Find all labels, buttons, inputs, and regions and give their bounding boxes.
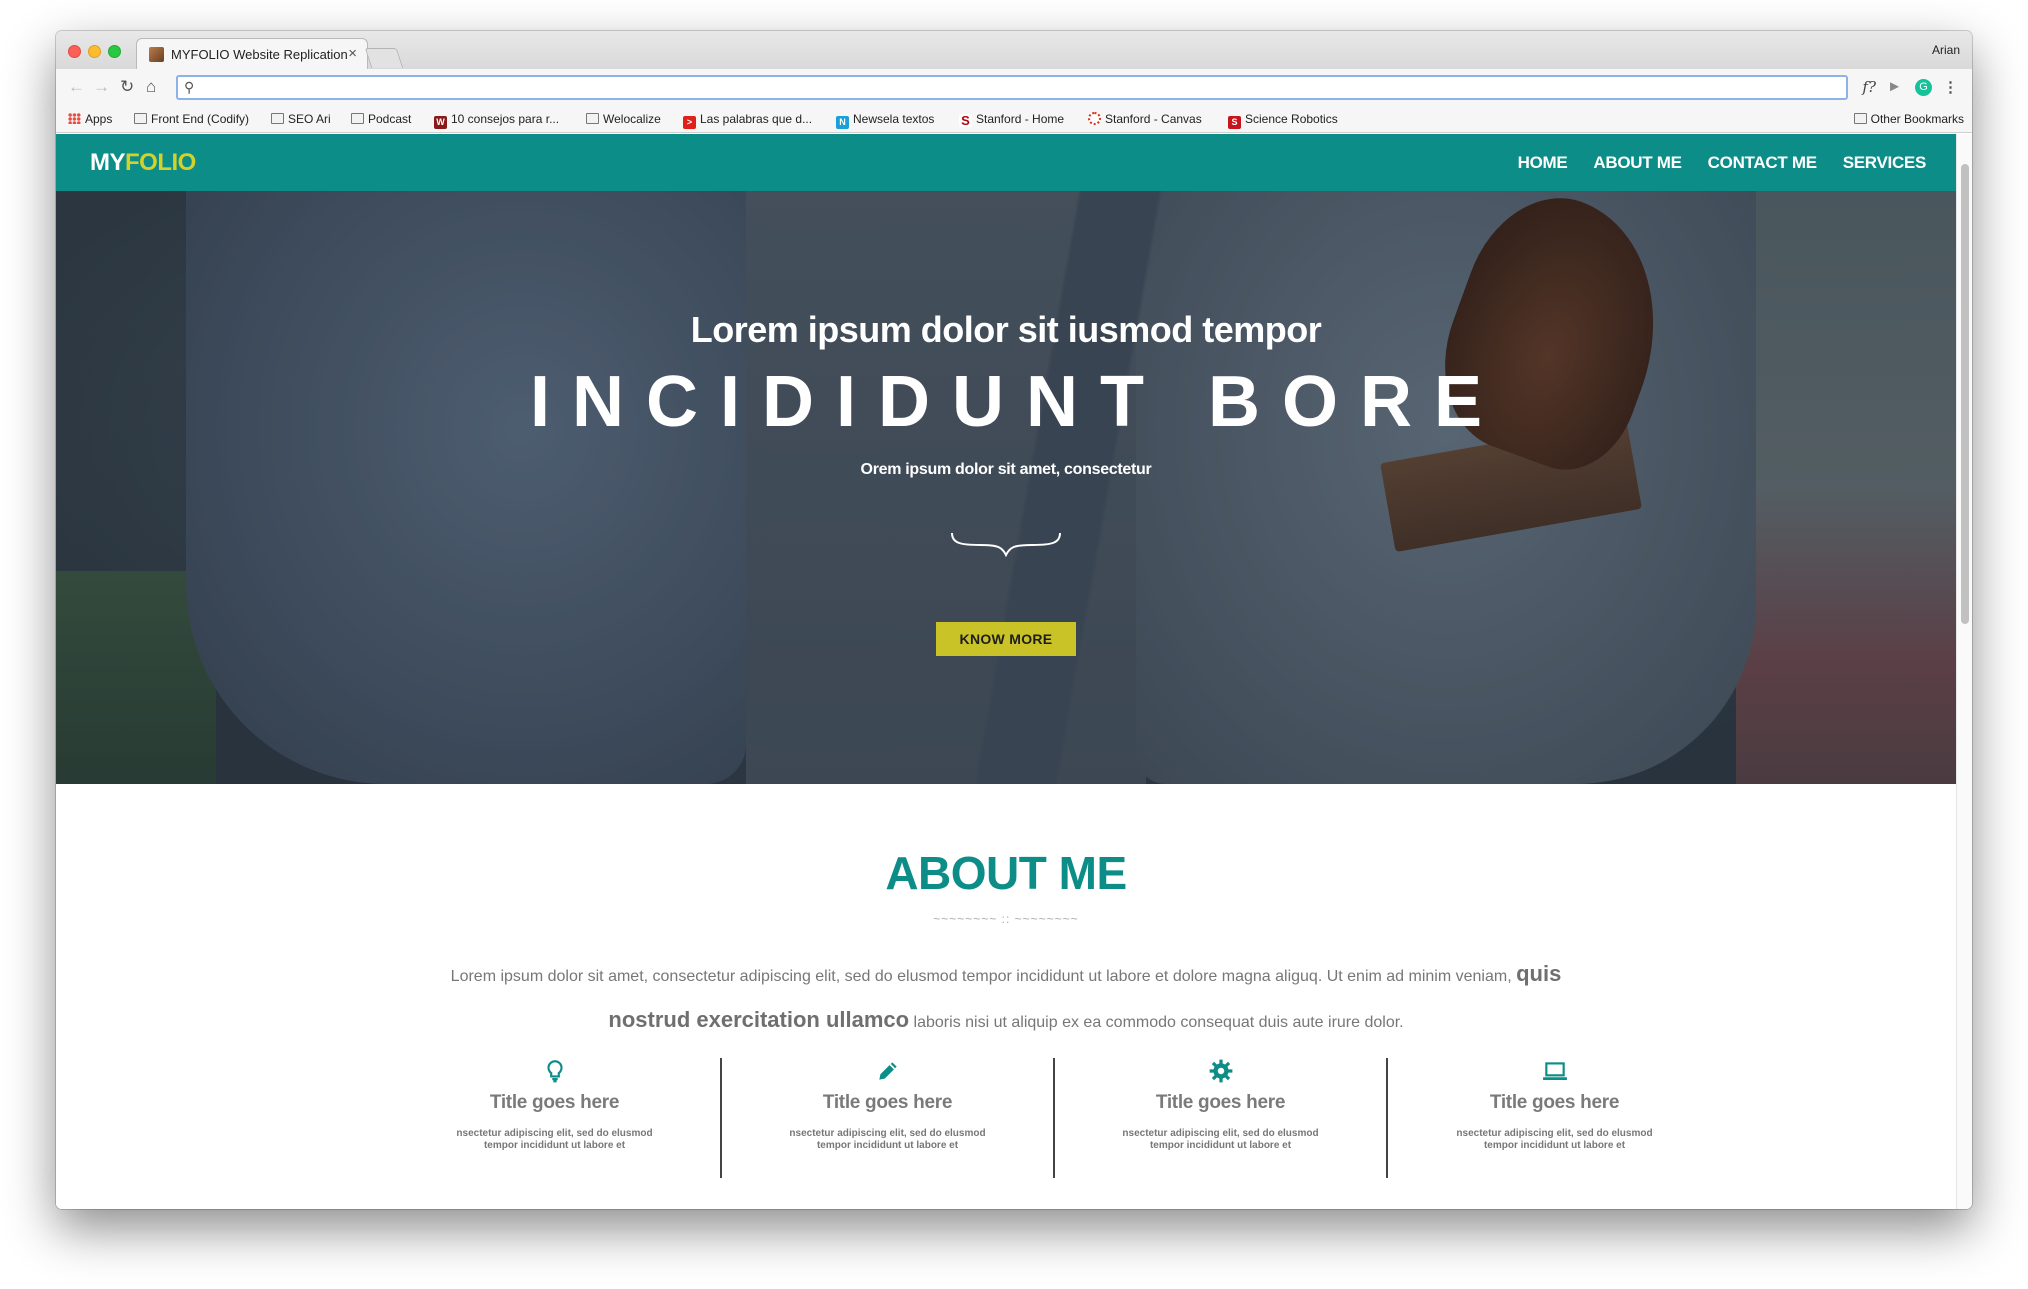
hero-section: Lorem ipsum dolor sit iusmod tempor INCI… [56, 191, 1956, 784]
tab-close-icon[interactable]: × [348, 45, 357, 62]
feature-description: nsectetur adipiscing elit, sed do elusmo… [456, 1128, 653, 1151]
bookmark-seo-ari[interactable]: SEO Ari [271, 112, 331, 126]
feature-card: Title goes here nsectetur adipiscing eli… [389, 1058, 722, 1178]
home-icon[interactable]: ⌂ [146, 77, 156, 97]
forward-arrow-icon[interactable]: → [93, 77, 110, 97]
tab-title: MYFOLIO Website Replication [171, 47, 348, 62]
laptop-icon [1388, 1058, 1721, 1086]
about-paragraph: Lorem ipsum dolor sit amet, consectetur … [450, 961, 1562, 1032]
pencil-icon [722, 1058, 1053, 1086]
maximize-window-button[interactable] [108, 45, 121, 58]
folder-icon [1853, 113, 1867, 124]
bookmark-front-end[interactable]: Front End (Codify) [134, 112, 249, 126]
bookmark-las-palabras[interactable]: > Las palabras que d... [683, 112, 812, 129]
about-title: ABOUT ME [885, 847, 1127, 899]
feature-title: Title goes here [1489, 1092, 1620, 1113]
tab-strip: MYFOLIO Website Replication × Arian [56, 31, 1972, 69]
feature-title: Title goes here [489, 1092, 620, 1113]
lightbulb-icon [389, 1058, 720, 1086]
w-favicon-icon: W [434, 116, 447, 129]
address-bar[interactable]: ⚲ [176, 75, 1848, 100]
grammarly-extension-icon[interactable]: G [1915, 79, 1932, 96]
nav-about-me[interactable]: ABOUT ME [1593, 153, 1682, 173]
nav-contact-me[interactable]: CONTACT ME [1708, 153, 1817, 173]
stanford-favicon-icon: S [959, 114, 972, 127]
nav-home[interactable]: HOME [1518, 153, 1568, 173]
red-favicon-icon: > [683, 116, 696, 129]
hero-content: Lorem ipsum dolor sit iusmod tempor INCI… [56, 191, 1956, 784]
hero-subtitle: Lorem ipsum dolor sit iusmod tempor [690, 309, 1322, 350]
know-more-button[interactable]: KNOW MORE [936, 622, 1076, 656]
new-tab-button[interactable] [364, 48, 404, 68]
about-ornament: ~~~~~~~~ :: ~~~~~~~~ [933, 912, 1079, 926]
bookmark-newsela[interactable]: N Newsela textos [836, 112, 934, 129]
back-arrow-icon[interactable]: ← [68, 77, 85, 97]
browser-tab-active[interactable]: MYFOLIO Website Replication × [136, 38, 368, 69]
audio-extension-icon[interactable]: ► [1887, 78, 1902, 95]
browser-toolbar: ← → ↻ ⌂ ⚲ f? ► G ⋮ [56, 69, 1972, 107]
reload-icon[interactable]: ↻ [120, 77, 134, 97]
curly-brace-divider-icon [951, 532, 1061, 558]
bookmark-welocalize[interactable]: Welocalize [586, 112, 661, 126]
search-icon: ⚲ [184, 79, 195, 95]
s-favicon-icon: S [1228, 116, 1241, 129]
address-input[interactable] [202, 78, 1832, 97]
browser-window: MYFOLIO Website Replication × Arian ← → … [56, 31, 1972, 1209]
site-menu: HOME ABOUT ME CONTACT ME SERVICES [1518, 153, 1927, 173]
features-row: Title goes here nsectetur adipiscing eli… [389, 1058, 1721, 1178]
apps-icon [68, 113, 81, 124]
folder-icon [134, 113, 147, 124]
bookmark-apps[interactable]: Apps [68, 112, 112, 126]
canvas-favicon-icon [1088, 112, 1101, 125]
site-logo[interactable]: MYFOLIO [90, 149, 196, 177]
n-favicon-icon: N [836, 116, 849, 129]
close-window-button[interactable] [68, 45, 81, 58]
nav-services[interactable]: SERVICES [1843, 153, 1927, 173]
feature-description: nsectetur adipiscing elit, sed do elusmo… [1456, 1128, 1653, 1151]
gear-icon [1055, 1058, 1386, 1086]
folder-icon [586, 113, 599, 124]
bookmark-other[interactable]: Other Bookmarks [1853, 112, 1964, 126]
folder-icon [271, 113, 284, 124]
scrollbar-thumb[interactable] [1961, 164, 1969, 624]
profile-name[interactable]: Arian [1932, 43, 1960, 57]
about-section: ABOUT ME ~~~~~~~~ :: ~~~~~~~~ Lorem ipsu… [56, 784, 1956, 1209]
formula-extension-icon[interactable]: f? [1862, 78, 1876, 96]
feature-title: Title goes here [1155, 1092, 1286, 1113]
feature-card: Title goes here nsectetur adipiscing eli… [1055, 1058, 1388, 1178]
feature-description: nsectetur adipiscing elit, sed do elusmo… [1122, 1128, 1319, 1151]
hero-tagline: Orem ipsum dolor sit amet, consectetur [860, 461, 1152, 478]
feature-description: nsectetur adipiscing elit, sed do elusmo… [789, 1128, 986, 1151]
bookmark-stanford-canvas[interactable]: Stanford - Canvas [1088, 112, 1202, 126]
bookmark-10-consejos[interactable]: W 10 consejos para r... [434, 112, 559, 129]
page-scrollbar[interactable] [1956, 134, 1972, 1209]
tab-favicon-icon [149, 47, 164, 62]
page-viewport: MYFOLIO HOME ABOUT ME CONTACT ME SERVICE… [56, 134, 1956, 1209]
minimize-window-button[interactable] [88, 45, 101, 58]
site-navbar: MYFOLIO HOME ABOUT ME CONTACT ME SERVICE… [56, 134, 1956, 191]
bookmark-stanford-home[interactable]: S Stanford - Home [959, 112, 1064, 127]
menu-dots-icon[interactable]: ⋮ [1943, 78, 1958, 96]
hero-title: INCIDIDUNT BORE [530, 362, 1504, 442]
feature-title: Title goes here [822, 1092, 953, 1113]
bookmark-science-robotics[interactable]: S Science Robotics [1228, 112, 1338, 129]
folder-icon [351, 113, 364, 124]
feature-card: Title goes here nsectetur adipiscing eli… [722, 1058, 1055, 1178]
bookmarks-bar: Apps Front End (Codify) SEO Ari Podcast … [56, 107, 1972, 133]
feature-card: Title goes here nsectetur adipiscing eli… [1388, 1058, 1721, 1178]
bookmark-podcast[interactable]: Podcast [351, 112, 411, 126]
